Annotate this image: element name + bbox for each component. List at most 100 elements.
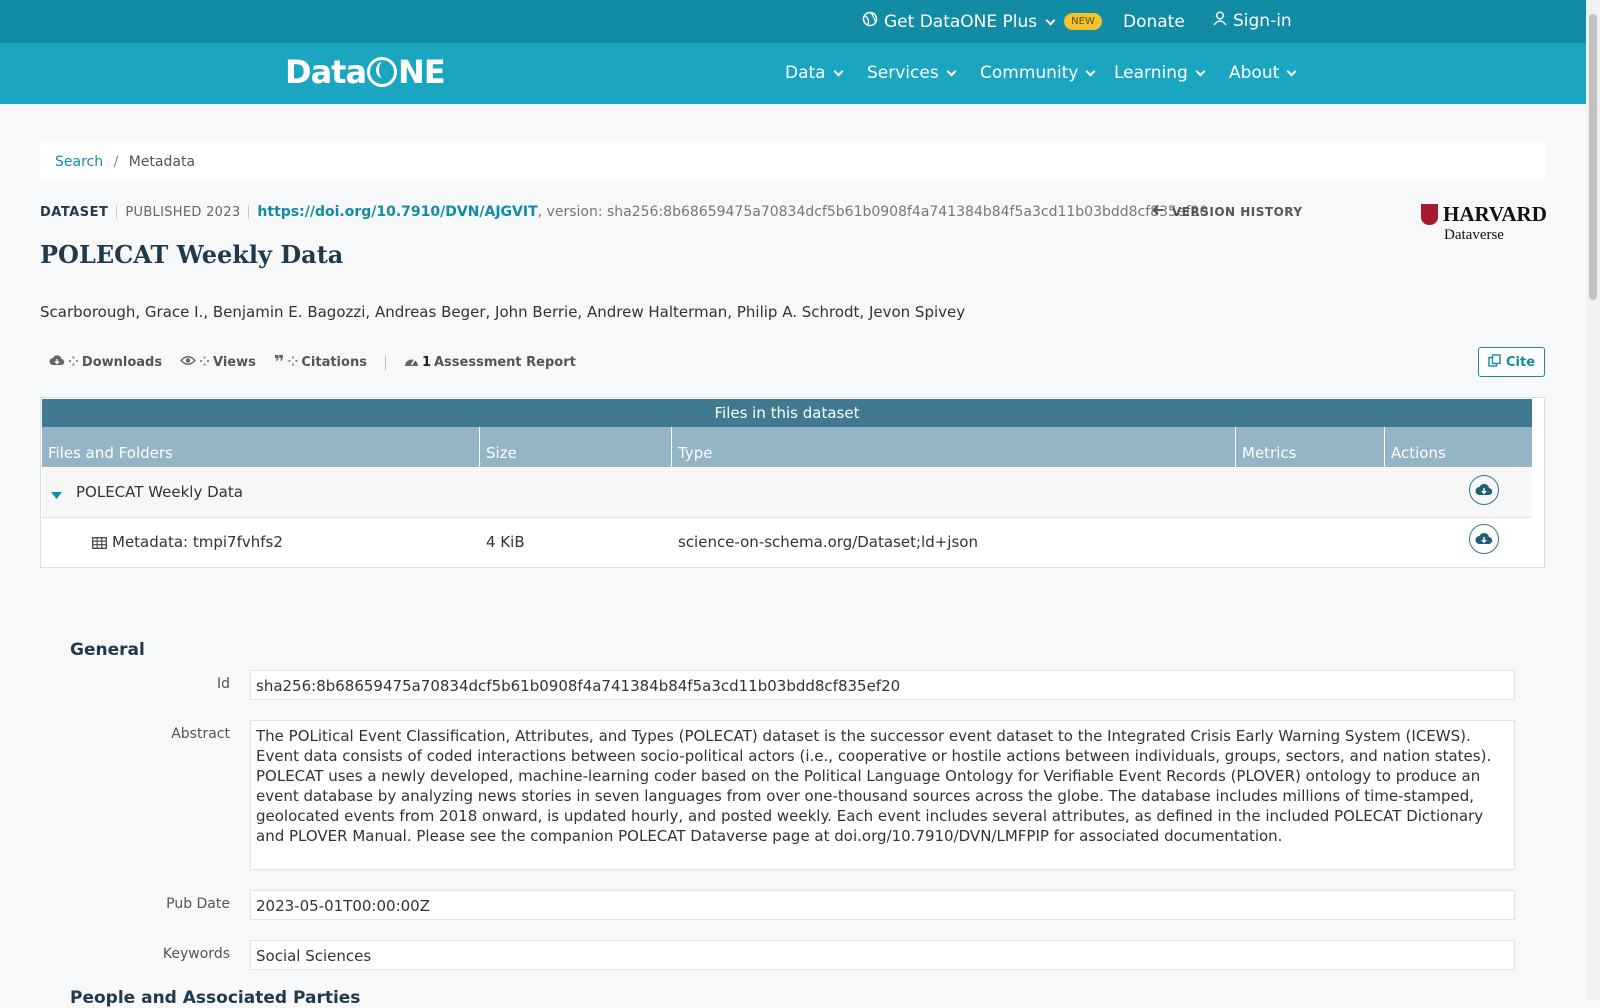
download-folder-button[interactable]	[1469, 475, 1499, 505]
version-history-label: VERSION HISTORY	[1172, 204, 1303, 219]
folder-name: POLECAT Weekly Data	[76, 483, 243, 501]
abstract-value: The POLitical Event Classification, Attr…	[250, 720, 1515, 870]
get-dataone-plus-label: Get DataONE Plus	[884, 11, 1038, 32]
col-metrics[interactable]: Metrics	[1236, 427, 1385, 467]
nav-services[interactable]: Services	[867, 63, 957, 83]
keywords-value: Social Sciences	[250, 940, 1515, 970]
files-table-columns: Files and Folders Size Type Metrics Acti…	[42, 427, 1532, 467]
download-cloud-icon	[1475, 483, 1493, 496]
col-actions[interactable]: Actions	[1385, 427, 1532, 467]
chevron-down-icon	[946, 66, 957, 77]
breadcrumb-separator: /	[113, 154, 119, 170]
logo-text-one: NE	[398, 53, 446, 91]
logo-globe-icon	[367, 57, 398, 87]
downloads-metric[interactable]: ⁘ Downloads	[49, 354, 162, 371]
nav-label: About	[1229, 63, 1280, 83]
version-text: , version: sha256:8b68659475a70834dcf5b6…	[537, 204, 1209, 220]
chevron-down-icon	[1195, 66, 1206, 77]
new-badge: NEW	[1064, 13, 1102, 30]
pub-date-label: Pub Date	[166, 896, 230, 912]
repository-name: HARVARD	[1443, 202, 1547, 226]
copy-icon	[1488, 353, 1501, 371]
downloads-label: Downloads	[81, 355, 163, 370]
dataset-type-label: DATASET	[40, 204, 109, 220]
table-icon	[92, 535, 107, 553]
eye-icon	[180, 355, 197, 370]
page-scrollbar[interactable]	[1586, 0, 1600, 1000]
cite-label: Cite	[1505, 354, 1536, 370]
globe-icon	[862, 11, 878, 32]
get-dataone-plus-menu[interactable]: Get DataONE Plus NEW	[862, 11, 1102, 32]
citations-label: Citations	[301, 355, 367, 370]
abstract-label: Abstract	[171, 726, 230, 742]
chevron-down-icon	[1045, 15, 1056, 25]
arrow-left-icon	[1152, 204, 1164, 219]
chevron-down-icon	[1286, 66, 1297, 77]
version-history-link[interactable]: VERSION HISTORY	[1152, 204, 1303, 219]
pub-date-value: 2023-05-01T00:00:00Z	[250, 890, 1515, 920]
nav-community[interactable]: Community	[980, 63, 1096, 83]
page-title: POLECAT Weekly Data	[40, 240, 344, 269]
nav-data[interactable]: Data	[785, 63, 844, 83]
assessment-label: Assessment Report	[433, 355, 576, 370]
divider	[384, 355, 386, 370]
gauge-icon	[404, 355, 419, 371]
loading-spinner-icon: ⁘	[68, 355, 79, 370]
download-cloud-icon	[49, 354, 65, 371]
nav-about[interactable]: About	[1229, 63, 1297, 83]
authors-list: Scarborough, Grace I., Benjamin E. Bagoz…	[40, 303, 966, 321]
files-table: Files in this dataset Files and Folders …	[40, 397, 1545, 568]
divider	[248, 205, 250, 219]
col-type[interactable]: Type	[672, 427, 1236, 467]
loading-spinner-icon: ⁘	[287, 355, 299, 370]
caret-down-icon[interactable]	[51, 486, 62, 504]
quote-icon: ❞	[273, 351, 285, 373]
nav-label: Community	[980, 63, 1079, 83]
download-file-button[interactable]	[1469, 524, 1499, 554]
general-section-title: General	[70, 640, 145, 660]
files-table-header: Files in this dataset	[42, 399, 1532, 427]
nav-label: Services	[867, 63, 939, 83]
breadcrumb-current: Metadata	[128, 154, 196, 170]
sign-in-link[interactable]: Sign-in	[1213, 11, 1292, 31]
table-row[interactable]: Metadata: tmpi7fvhfs2 4 KiB science-on-s…	[42, 519, 1532, 567]
dataone-logo[interactable]: Data NE	[285, 53, 446, 91]
loading-spinner-icon: ⁘	[199, 355, 211, 370]
file-type: science-on-schema.org/Dataset;ld+json	[678, 533, 978, 551]
assessment-report-link[interactable]: 1 Assessment Report	[404, 355, 576, 371]
sign-in-label: Sign-in	[1233, 11, 1292, 31]
assessment-count: 1	[421, 355, 431, 370]
download-cloud-icon	[1475, 532, 1493, 545]
user-icon	[1213, 11, 1227, 31]
chevron-down-icon	[833, 66, 844, 77]
top-bar: Get DataONE Plus NEW Donate Sign-in	[0, 0, 1586, 43]
col-size[interactable]: Size	[480, 427, 672, 467]
scrollbar-thumb[interactable]	[1589, 14, 1597, 300]
breadcrumb: Search / Metadata	[40, 143, 1545, 180]
views-metric[interactable]: ⁘ Views	[180, 355, 256, 370]
id-value: sha256:8b68659475a70834dcf5b61b0908f4a74…	[250, 670, 1515, 700]
donate-link[interactable]: Donate	[1123, 12, 1185, 32]
nav-label: Learning	[1114, 63, 1188, 83]
citations-metric[interactable]: ❞ ⁘ Citations	[273, 351, 367, 373]
breadcrumb-search-link[interactable]: Search	[55, 154, 103, 170]
dataset-meta-line: DATASET PUBLISHED 2023 https://doi.org/1…	[40, 204, 1208, 220]
col-files-and-folders[interactable]: Files and Folders	[42, 427, 480, 467]
harvard-shield-icon	[1421, 204, 1438, 225]
views-label: Views	[213, 355, 256, 370]
doi-link[interactable]: https://doi.org/10.7910/DVN/AJGVIT	[257, 204, 537, 220]
divider	[116, 205, 118, 219]
chevron-down-icon	[1085, 66, 1096, 77]
published-label: PUBLISHED 2023	[125, 204, 241, 220]
folder-row[interactable]: POLECAT Weekly Data	[42, 468, 1532, 518]
metrics-bar: ⁘ Downloads ⁘ Views ❞ ⁘ Citations 1 Asse…	[49, 351, 594, 373]
file-size: 4 KiB	[486, 533, 525, 551]
nav-label: Data	[785, 63, 826, 83]
cite-button[interactable]: Cite	[1478, 347, 1545, 377]
nav-learning[interactable]: Learning	[1114, 63, 1206, 83]
file-name-link[interactable]: Metadata: tmpi7fvhfs2	[112, 533, 283, 551]
logo-text-data: Data	[285, 53, 367, 91]
main-navbar: Data NE Data Services Community Learning…	[0, 43, 1586, 104]
people-section-title: People and Associated Parties	[70, 988, 361, 1008]
keywords-label: Keywords	[162, 946, 230, 962]
